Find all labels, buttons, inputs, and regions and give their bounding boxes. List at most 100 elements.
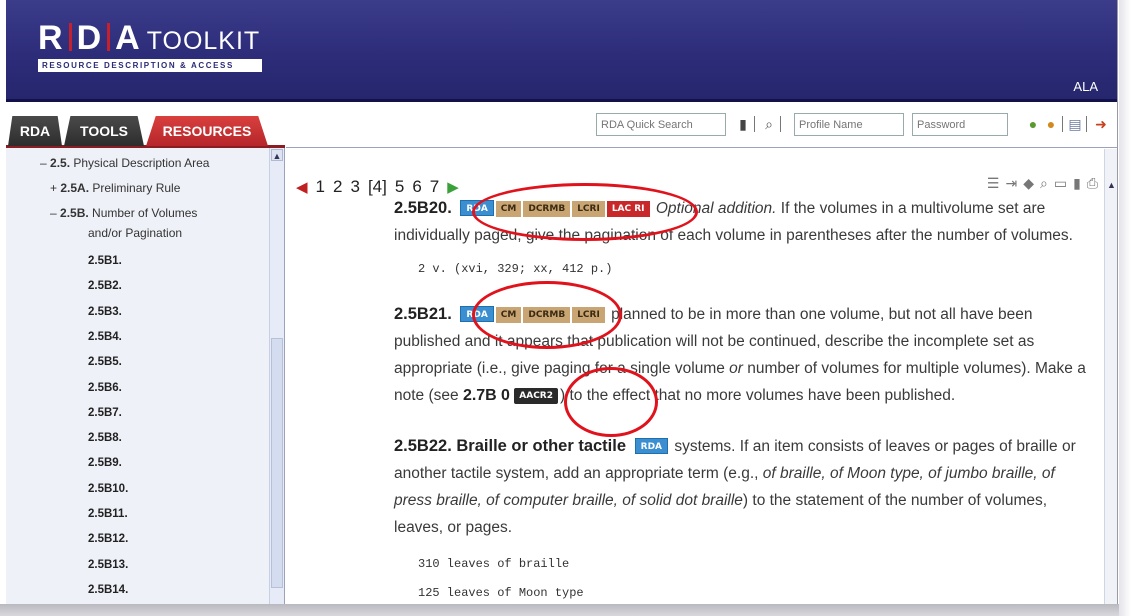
page-link[interactable]: 6 bbox=[412, 177, 421, 197]
toc-sync-icon[interactable]: ☰ bbox=[987, 175, 1000, 192]
toc-rule-item[interactable]: 2.5B4. bbox=[88, 331, 122, 343]
toc-rule-item[interactable]: 2.5B6. bbox=[88, 382, 122, 394]
toolbar-divider bbox=[1062, 116, 1063, 132]
logo-letter-a: A bbox=[115, 19, 141, 57]
tab-rda[interactable]: RDA bbox=[8, 116, 62, 146]
page-link[interactable]: 2 bbox=[333, 177, 342, 197]
lac-ri-badge[interactable]: LAC RI bbox=[606, 201, 650, 217]
current-page: [4] bbox=[367, 177, 387, 196]
lcri-badge[interactable]: LCRI bbox=[572, 307, 605, 323]
bookmark-back-icon[interactable]: ◆ bbox=[1023, 175, 1034, 192]
toc-rule-item[interactable]: 2.5B3. bbox=[88, 306, 122, 318]
collapse-marker: – bbox=[50, 206, 61, 220]
toc-rule-item[interactable]: 2.5B10. bbox=[88, 483, 128, 495]
toc-rule-item[interactable]: 2.5B5. bbox=[88, 356, 122, 368]
password-input[interactable] bbox=[912, 113, 1008, 136]
toc-item-2-5b[interactable]: – 2.5B. Number of Volumes bbox=[50, 206, 197, 220]
collapse-marker: – bbox=[40, 156, 51, 170]
document-tools: ☰ ⇥ ◆ ⌕ ▭ ▮ ⎙ bbox=[987, 175, 1098, 192]
table-of-contents-tree: – 2.5. Physical Description Area + 2.5A.… bbox=[6, 148, 268, 604]
previous-page-icon[interactable]: ◀ bbox=[296, 178, 308, 196]
aacr2-badge[interactable]: AACR2 bbox=[514, 388, 558, 404]
profile-name-input[interactable] bbox=[794, 113, 904, 136]
page-link[interactable]: 7 bbox=[430, 177, 439, 197]
toc-expand-icon[interactable]: ⇥ bbox=[1005, 175, 1017, 192]
expand-marker: + bbox=[50, 181, 61, 195]
page-link[interactable]: 3 bbox=[350, 177, 359, 197]
example-text: 2 v. (xvi, 329; xx, 412 p.) bbox=[418, 262, 613, 276]
page-navigator: ◀ 1 2 3 [4] 5 6 7 ▶ bbox=[296, 177, 459, 197]
toolbar-divider bbox=[780, 116, 781, 132]
rule-2-5b20: 2.5B20. RDA CM DCRMB LCRI LAC RI Optional ad… bbox=[394, 195, 1094, 249]
document-content: ◀ 1 2 3 [4] 5 6 7 ▶ ☰ ⇥ ◆ ⌕ ▭ ▮ ⎙ 2.5B20… bbox=[286, 149, 1117, 604]
logo-toolkit-text: TOOLKIT bbox=[146, 27, 261, 55]
dcrmb-badge[interactable]: DCRMB bbox=[523, 201, 571, 217]
page-link[interactable]: 1 bbox=[316, 177, 325, 197]
left-navigation-panel: RDA TOOLS RESOURCES – 2.5. Physical Desc… bbox=[6, 102, 285, 604]
cross-reference-link[interactable]: 2.7B bbox=[463, 387, 497, 404]
rda-badge[interactable]: RDA bbox=[634, 438, 669, 454]
scroll-up-icon[interactable]: ▲ bbox=[271, 149, 283, 161]
rda-toolkit-logo[interactable]: R D A TOOLKIT RESOURCE DESCRIPTION & ACC… bbox=[38, 20, 262, 72]
scroll-up-icon[interactable]: ▲ bbox=[1105, 179, 1117, 191]
tab-tools[interactable]: TOOLS bbox=[64, 116, 144, 146]
search-options-icon[interactable]: ▮ bbox=[734, 114, 752, 134]
toc-rule-item[interactable]: 2.5B14. bbox=[88, 584, 128, 596]
rule-number: 2.5B20. bbox=[394, 199, 452, 217]
logo-divider bbox=[68, 23, 72, 51]
lcri-badge[interactable]: LCRI bbox=[572, 201, 605, 217]
logo-letter-r: R bbox=[38, 19, 64, 57]
content-scrollbar[interactable]: ▲ bbox=[1104, 149, 1117, 604]
tab-resources[interactable]: RESOURCES bbox=[146, 116, 268, 146]
toc-rule-item[interactable]: 2.5B1. bbox=[88, 255, 122, 267]
nav-tabs: RDA TOOLS RESOURCES bbox=[6, 102, 285, 148]
toc-label: Physical Description Area bbox=[70, 156, 210, 170]
page-link[interactable]: 5 bbox=[395, 177, 404, 197]
example-text: 310 leaves of braille bbox=[418, 557, 570, 571]
toolbar-divider bbox=[1086, 116, 1087, 132]
cross-reference-digit: 0 bbox=[501, 387, 510, 404]
cm-badge[interactable]: CM bbox=[495, 307, 522, 323]
logo-subtitle: RESOURCE DESCRIPTION & ACCESS bbox=[38, 59, 262, 72]
logo-divider bbox=[107, 23, 111, 51]
toc-rule-item[interactable]: 2.5B11. bbox=[88, 508, 128, 520]
next-page-icon[interactable]: ▶ bbox=[447, 178, 459, 196]
toc-number: 2.5A. bbox=[60, 181, 90, 195]
toc-label-continued: and/or Pagination bbox=[88, 226, 183, 240]
toc-scrollbar[interactable]: ▲ bbox=[269, 148, 284, 604]
rule-text: ) to the effect that no more volumes hav… bbox=[560, 387, 956, 404]
rule-2-5b21: 2.5B21. RDA CM DCRMB LCRI planned to be in … bbox=[394, 301, 1094, 409]
search-icon[interactable]: ⌕ bbox=[760, 114, 778, 134]
logout-icon[interactable]: ➜ bbox=[1092, 114, 1110, 134]
app-header: R D A TOOLKIT RESOURCE DESCRIPTION & ACC… bbox=[6, 0, 1117, 102]
toc-label: Preliminary Rule bbox=[89, 181, 181, 195]
toc-rule-item[interactable]: 2.5B9. bbox=[88, 457, 122, 469]
top-toolbar: ▮ ⌕ ● ● ▤ ➜ bbox=[286, 102, 1117, 148]
toc-rule-item[interactable]: 2.5B13. bbox=[88, 559, 128, 571]
rule-number: 2.5B22. bbox=[394, 437, 452, 455]
user-icon[interactable]: ● bbox=[1042, 114, 1060, 134]
toc-rule-item[interactable]: 2.5B2. bbox=[88, 280, 122, 292]
toc-rule-item[interactable]: 2.5B12. bbox=[88, 533, 128, 545]
toc-rule-item[interactable]: 2.5B7. bbox=[88, 407, 122, 419]
print-icon[interactable]: ⎙ bbox=[1087, 175, 1098, 192]
toc-item-2-5a[interactable]: + 2.5A. Preliminary Rule bbox=[50, 181, 180, 195]
toc-rule-item[interactable]: 2.5B8. bbox=[88, 432, 122, 444]
cm-badge[interactable]: CM bbox=[495, 201, 522, 217]
toc-item-2-5[interactable]: – 2.5. Physical Description Area bbox=[40, 156, 209, 170]
rda-badge[interactable]: RDA bbox=[460, 306, 494, 322]
toolbar-divider bbox=[754, 116, 755, 132]
dcrmb-badge[interactable]: DCRMB bbox=[523, 307, 571, 323]
browser-frame: R D A TOOLKIT RESOURCE DESCRIPTION & ACC… bbox=[6, 0, 1118, 604]
quick-search-input[interactable] bbox=[596, 113, 726, 136]
document-icon[interactable]: ▭ bbox=[1054, 175, 1067, 192]
rule-text-italic: or bbox=[729, 360, 743, 377]
scroll-thumb[interactable] bbox=[271, 338, 283, 588]
bookmark-icon[interactable]: ▮ bbox=[1073, 175, 1081, 192]
user-org-label: ALA bbox=[1073, 79, 1098, 94]
help-icon[interactable]: ▤ bbox=[1066, 114, 1084, 134]
rda-badge[interactable]: RDA bbox=[460, 200, 494, 216]
logo-letter-d: D bbox=[76, 19, 103, 57]
login-icon[interactable]: ● bbox=[1024, 114, 1042, 134]
find-in-page-icon[interactable]: ⌕ bbox=[1040, 175, 1048, 192]
